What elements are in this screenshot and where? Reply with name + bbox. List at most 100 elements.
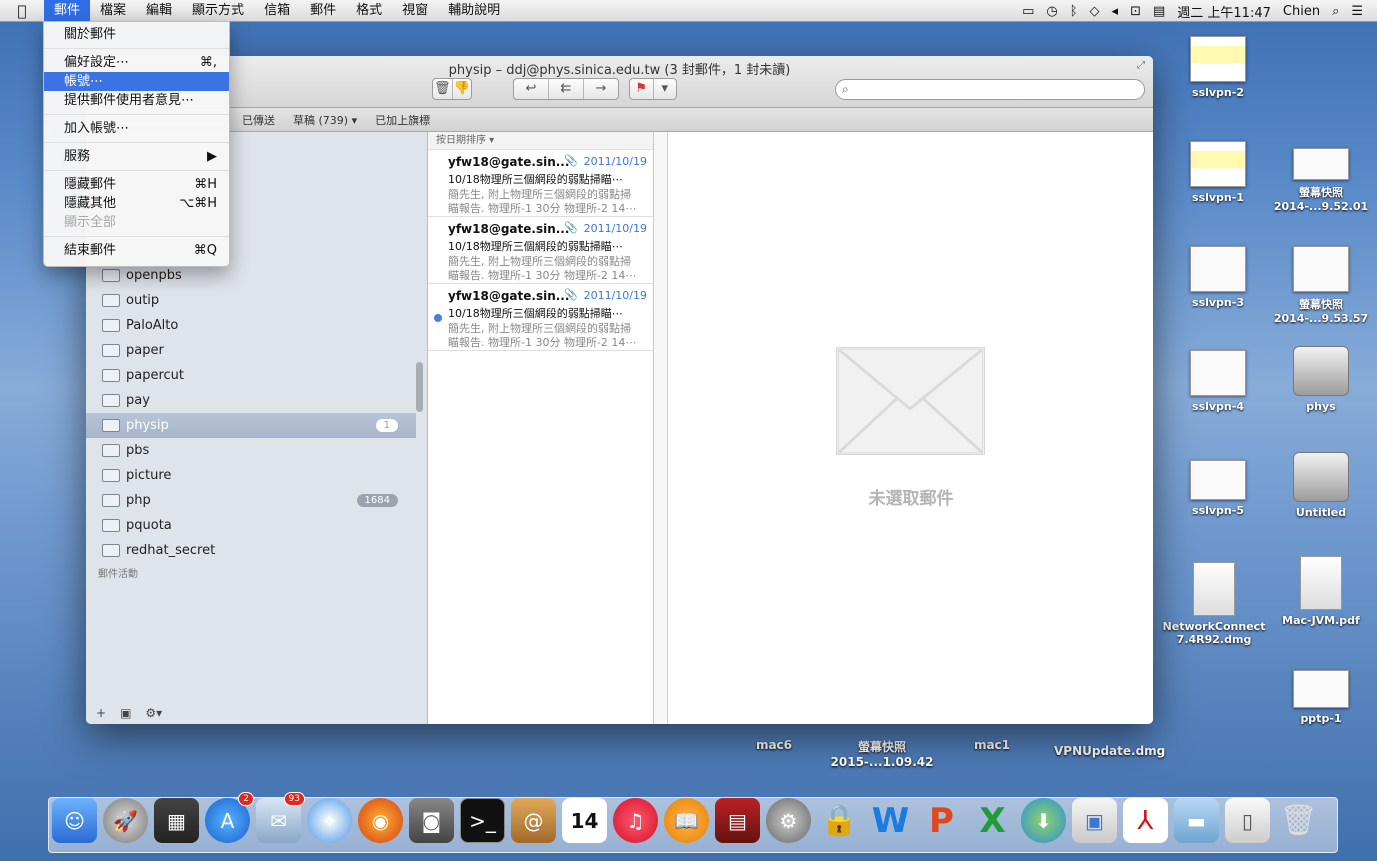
- add-icon[interactable]: +: [96, 706, 106, 720]
- sidebar-item-paper[interactable]: paper: [86, 338, 416, 363]
- menu-item-services[interactable]: 服務 ▶: [44, 147, 229, 166]
- desktop-icon[interactable]: sslvpn-4: [1186, 350, 1250, 413]
- app-store-icon[interactable]: A2: [205, 792, 254, 843]
- menu-window[interactable]: 視窗: [392, 0, 438, 22]
- ibooks-icon[interactable]: 📖: [664, 798, 709, 843]
- hard-disk-icon[interactable]: Untitled: [1290, 452, 1352, 519]
- desktop-icon[interactable]: 螢幕快照 2014-...9.53.57: [1272, 246, 1370, 325]
- menu-help[interactable]: 輔助說明: [438, 0, 510, 22]
- menu-item-add-account[interactable]: 加入帳號⋯: [44, 119, 229, 138]
- safari-icon[interactable]: ✧: [307, 798, 352, 843]
- menu-edit[interactable]: 編輯: [136, 0, 182, 22]
- sidebar-item-outip[interactable]: outip: [86, 288, 416, 313]
- title-bar[interactable]: physip – ddj@phys.sinica.edu.tw (3 封郵件，1…: [86, 56, 1153, 108]
- favorite-sent[interactable]: 已傳送: [242, 112, 275, 128]
- message-row[interactable]: 📎 yfw18@gate.sin... 2011/10/19 10/18物理所三個網段…: [428, 150, 653, 217]
- flag-button[interactable]: ⚑ ▾: [629, 78, 677, 100]
- menu-format[interactable]: 格式: [346, 0, 392, 22]
- finder-icon[interactable]: ☺: [52, 798, 97, 843]
- sidebar-item-php[interactable]: php 1684: [86, 488, 416, 513]
- sidebar-item-pay[interactable]: pay: [86, 388, 416, 413]
- documents-folder-icon[interactable]: ▬: [1174, 798, 1219, 843]
- time-machine-icon[interactable]: ◷: [1046, 4, 1057, 19]
- contacts-icon[interactable]: @: [511, 798, 556, 843]
- photo-icon[interactable]: ▦: [154, 798, 199, 843]
- trash-icon[interactable]: 🗑: [1276, 798, 1321, 843]
- desktop-icon[interactable]: sslvpn-3: [1186, 246, 1250, 309]
- sidebar-item-paloalto[interactable]: PaloAlto: [86, 313, 416, 338]
- excel-icon[interactable]: X: [970, 798, 1015, 843]
- menu-item-accounts[interactable]: 帳號⋯: [44, 72, 229, 91]
- lock-icon[interactable]: 🔒: [817, 798, 862, 843]
- itunes-icon[interactable]: ♫: [613, 798, 658, 843]
- sidebar-item-physip[interactable]: physip 1: [86, 413, 416, 438]
- sidebar-item-picture[interactable]: picture: [86, 463, 416, 488]
- wifi-icon[interactable]: ◇: [1090, 4, 1100, 19]
- search-input[interactable]: ⌕: [835, 79, 1145, 100]
- terminal-icon[interactable]: >_: [460, 798, 505, 843]
- gear-icon[interactable]: ⚙▾: [145, 706, 162, 720]
- sidebar-item-pquota[interactable]: pquota: [86, 513, 416, 538]
- firefox-icon[interactable]: ◉: [358, 798, 403, 843]
- reply-all-icon[interactable]: ⇇: [549, 79, 584, 99]
- menu-view[interactable]: 顯示方式: [182, 0, 254, 22]
- pdf-file-icon[interactable]: Mac-JVM.pdf: [1278, 556, 1364, 627]
- file-icon[interactable]: ▯: [1225, 798, 1270, 843]
- sort-header[interactable]: 按日期排序 ▾: [428, 132, 653, 150]
- display-icon[interactable]: ⊡: [1130, 4, 1141, 19]
- desktop-icon[interactable]: sslvpn-1: [1186, 141, 1250, 204]
- notification-center-icon[interactable]: ☰: [1351, 4, 1363, 19]
- desktop-icon[interactable]: 螢幕快照 2014-...9.52.01: [1272, 148, 1370, 213]
- menu-file[interactable]: 檔案: [90, 0, 136, 22]
- forward-icon[interactable]: →: [584, 79, 618, 99]
- spotlight-icon[interactable]: ⌕: [1332, 4, 1339, 19]
- powerpoint-icon[interactable]: P: [919, 798, 964, 843]
- menu-item-hide-others[interactable]: 隱藏其他 ⌥⌘H: [44, 194, 229, 213]
- reply-group[interactable]: ↩ ⇇ →: [513, 78, 619, 100]
- menu-message[interactable]: 郵件: [300, 0, 346, 22]
- system-preferences-icon[interactable]: ⚙: [766, 798, 811, 843]
- volume-icon[interactable]: ◂: [1112, 4, 1119, 19]
- activity-toggle-icon[interactable]: ▣: [120, 706, 131, 720]
- message-list-scrollbar[interactable]: [654, 132, 668, 724]
- acrobat-icon[interactable]: ⅄: [1123, 798, 1168, 843]
- sidebar-scrollbar[interactable]: [416, 362, 423, 412]
- message-row[interactable]: 📎 yfw18@gate.sin... 2011/10/19 10/18物理所三個網段…: [428, 217, 653, 284]
- mail-icon[interactable]: ✉ 93: [256, 792, 305, 843]
- apple-menu-icon[interactable]: : [0, 2, 44, 20]
- menu-mailbox[interactable]: 信箱: [254, 0, 300, 22]
- battery-icon[interactable]: ▭: [1022, 4, 1034, 19]
- desktop-icon[interactable]: sslvpn-5: [1186, 460, 1250, 517]
- menu-mail[interactable]: 郵件: [44, 0, 91, 22]
- desktop-icon-label[interactable]: VPNUpdate.dmg: [1054, 744, 1165, 758]
- user-name[interactable]: Chien: [1283, 4, 1320, 19]
- menu-item-about[interactable]: 關於郵件: [44, 25, 229, 44]
- favorite-flagged[interactable]: 已加上旗標: [375, 112, 430, 128]
- sidebar-item-pbs[interactable]: pbs: [86, 438, 416, 463]
- facetime-icon[interactable]: ◙: [409, 798, 454, 843]
- launchpad-icon[interactable]: 🚀: [103, 798, 148, 843]
- desktop-icon[interactable]: pptp-1: [1290, 670, 1352, 725]
- flag-input-icon[interactable]: ▤: [1153, 4, 1165, 19]
- favorite-drafts[interactable]: 草稿 (739) ▾: [293, 112, 357, 128]
- sidebar-item-papercut[interactable]: papercut: [86, 363, 416, 388]
- menu-item-feedback[interactable]: 提供郵件使用者意見⋯: [44, 91, 229, 110]
- desktop-icon-label[interactable]: 螢幕快照 2015-...1.09.42: [828, 738, 936, 769]
- clock[interactable]: 週二 上午11:47: [1177, 2, 1271, 21]
- network-globe-icon[interactable]: ⬇: [1021, 798, 1066, 843]
- sidebar-item-redhat_secret[interactable]: redhat_secret: [86, 538, 416, 557]
- reply-icon[interactable]: ↩: [514, 79, 549, 99]
- fullscreen-icon[interactable]: ⤢: [1137, 60, 1145, 71]
- menu-item-preferences[interactable]: 偏好設定⋯ ⌘,: [44, 53, 229, 72]
- menu-item-hide[interactable]: 隱藏郵件 ⌘H: [44, 175, 229, 194]
- preview-icon[interactable]: ▣: [1072, 798, 1117, 843]
- menu-item-quit[interactable]: 結束郵件 ⌘Q: [44, 241, 229, 260]
- delete-button[interactable]: 🗑 👎: [432, 78, 472, 100]
- dmg-file-icon[interactable]: NetworkConnect 7.4R92.dmg: [1160, 562, 1268, 646]
- message-row[interactable]: 📎 yfw18@gate.sin... 2011/10/19 10/18物理所三個網段…: [428, 284, 653, 351]
- desktop-icon-label[interactable]: mac1: [970, 738, 1014, 752]
- calendar-icon[interactable]: 14: [562, 798, 607, 843]
- desktop-icon-label[interactable]: mac6: [752, 738, 796, 752]
- bluetooth-icon[interactable]: ᛒ: [1070, 4, 1078, 19]
- desktop-icon[interactable]: sslvpn-2: [1186, 36, 1250, 99]
